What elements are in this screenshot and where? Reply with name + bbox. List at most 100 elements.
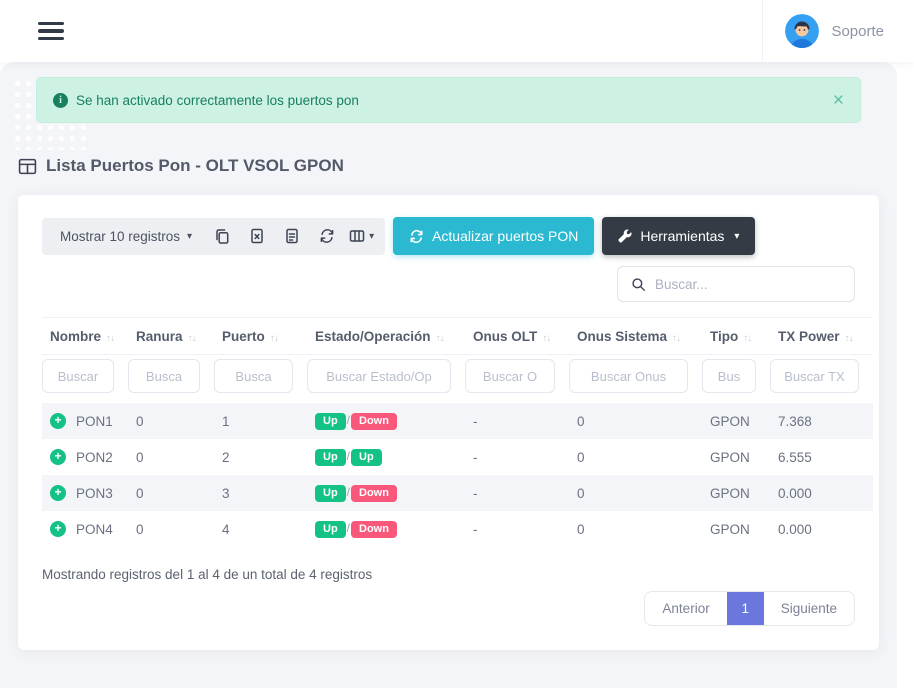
- operation-badge: Up: [351, 449, 382, 466]
- copy-button[interactable]: [204, 218, 239, 255]
- sort-icon[interactable]: ↑↓: [743, 333, 751, 344]
- close-icon[interactable]: ×: [833, 91, 844, 110]
- pagination-next-button[interactable]: Siguiente: [764, 592, 854, 625]
- port-name: PON3: [76, 486, 113, 501]
- filter-input-tipo[interactable]: [702, 359, 756, 393]
- refresh-pon-ports-button[interactable]: Actualizar puertos PON: [393, 217, 594, 255]
- slot-value: 0: [128, 403, 214, 439]
- onus-olt-value: -: [465, 439, 569, 475]
- pagination-prev-button[interactable]: Anterior: [645, 592, 726, 625]
- port-value: 1: [214, 403, 307, 439]
- table-row: +PON3 0 3 Up/Down - 0 GPON 0.000: [42, 475, 873, 511]
- slot-value: 0: [128, 475, 214, 511]
- column-header-puerto[interactable]: Puerto↑↓: [214, 318, 307, 355]
- tipo-value: GPON: [702, 403, 770, 439]
- search-input[interactable]: [655, 277, 854, 292]
- pagination: Anterior 1 Siguiente: [644, 591, 855, 626]
- hamburger-icon[interactable]: [38, 18, 64, 45]
- onus-sistema-value: 0: [569, 439, 702, 475]
- filter-input-estado[interactable]: [307, 359, 451, 393]
- status-badge: Up: [315, 413, 346, 430]
- refresh-icon: [409, 229, 424, 244]
- sort-icon[interactable]: ↑↓: [270, 333, 278, 344]
- onus-olt-value: -: [465, 403, 569, 439]
- onus-olt-value: -: [465, 511, 569, 547]
- operation-badge: Down: [351, 521, 397, 538]
- global-search: [617, 266, 855, 302]
- onus-sistema-value: 0: [569, 475, 702, 511]
- length-menu-dropdown[interactable]: Mostrar 10 registros ▾: [48, 229, 204, 244]
- tx-power-value: 6.555: [770, 439, 873, 475]
- main-content: i Se han activado correctamente los puer…: [0, 62, 897, 688]
- sort-icon[interactable]: ↑↓: [436, 333, 444, 344]
- expand-row-plus-icon[interactable]: +: [50, 413, 66, 429]
- page-title-text: Lista Puertos Pon - OLT VSOL GPON: [46, 156, 344, 176]
- sort-icon[interactable]: ↑↓: [672, 333, 680, 344]
- info-icon: i: [53, 93, 68, 108]
- tipo-value: GPON: [702, 475, 770, 511]
- status-separator: /: [347, 413, 350, 427]
- reload-table-button[interactable]: [309, 218, 344, 255]
- column-header-ranura[interactable]: Ranura↑↓: [128, 318, 214, 355]
- filter-input-puerto[interactable]: [214, 359, 293, 393]
- expand-row-plus-icon[interactable]: +: [50, 485, 66, 501]
- tx-power-value: 0.000: [770, 511, 873, 547]
- tx-power-value: 7.368: [770, 403, 873, 439]
- success-alert: i Se han activado correctamente los puer…: [36, 77, 861, 123]
- column-header-tipo[interactable]: Tipo↑↓: [702, 318, 770, 355]
- column-header-onus-olt[interactable]: Onus OLT↑↓: [465, 318, 569, 355]
- column-visibility-button[interactable]: ▾: [344, 218, 379, 255]
- copy-icon: [214, 228, 230, 244]
- onus-sistema-value: 0: [569, 511, 702, 547]
- pagination-row: Anterior 1 Siguiente: [42, 591, 855, 626]
- sort-icon[interactable]: ↑↓: [542, 333, 550, 344]
- status-badge: Up: [315, 485, 346, 502]
- expand-row-plus-icon[interactable]: +: [50, 521, 66, 537]
- onus-sistema-value: 0: [569, 403, 702, 439]
- username-label: Soporte: [831, 23, 884, 40]
- table-info-text: Mostrando registros del 1 al 4 de un tot…: [42, 567, 855, 582]
- column-header-nombre[interactable]: Nombre↑↓: [42, 318, 128, 355]
- sort-icon[interactable]: ↑↓: [188, 333, 196, 344]
- tipo-value: GPON: [702, 439, 770, 475]
- column-header-tx-power[interactable]: TX Power↑↓: [770, 318, 873, 355]
- datatable-buttons-strip: Mostrar 10 registros ▾: [42, 218, 385, 255]
- filter-input-nombre[interactable]: [42, 359, 114, 393]
- table-row: +PON1 0 1 Up/Down - 0 GPON 7.368: [42, 403, 873, 439]
- pagination-page-1-button[interactable]: 1: [727, 592, 764, 625]
- filter-input-tx-power[interactable]: [770, 359, 859, 393]
- onus-olt-value: -: [465, 475, 569, 511]
- filter-input-onus-sistema[interactable]: [569, 359, 688, 393]
- search-icon: [631, 277, 646, 292]
- tools-dropdown-button[interactable]: Herramientas ▾: [602, 217, 755, 255]
- excel-export-button[interactable]: [239, 218, 274, 255]
- top-navbar: Soporte: [0, 0, 914, 62]
- app-window: Soporte i Se han activado correctamente …: [0, 0, 914, 688]
- column-header-estado[interactable]: Estado/Operación↑↓: [307, 318, 465, 355]
- file-export-button[interactable]: [274, 218, 309, 255]
- table-grid-icon: [18, 157, 37, 176]
- expand-row-plus-icon[interactable]: +: [50, 449, 66, 465]
- pon-ports-table: Nombre↑↓ Ranura↑↓ Puerto↑↓ Estado/Operac…: [42, 317, 873, 547]
- header-row: Nombre↑↓ Ranura↑↓ Puerto↑↓ Estado/Operac…: [42, 318, 873, 355]
- tools-label: Herramientas: [640, 228, 724, 244]
- operation-badge: Down: [351, 485, 397, 502]
- user-menu[interactable]: Soporte: [762, 0, 890, 62]
- filter-input-onus-olt[interactable]: [465, 359, 555, 393]
- page-title: Lista Puertos Pon - OLT VSOL GPON: [18, 156, 897, 176]
- operation-badge: Down: [351, 413, 397, 430]
- caret-down-icon: ▾: [369, 231, 374, 242]
- table-card: Mostrar 10 registros ▾: [18, 195, 879, 650]
- refresh-icon: [319, 228, 335, 244]
- search-row: [42, 266, 855, 302]
- column-header-onus-sistema[interactable]: Onus Sistema↑↓: [569, 318, 702, 355]
- sort-icon[interactable]: ↑↓: [106, 333, 114, 344]
- alert-message: Se han activado correctamente los puerto…: [76, 93, 359, 108]
- refresh-pon-ports-label: Actualizar puertos PON: [432, 228, 578, 244]
- column-visibility-icon: [349, 228, 365, 244]
- sort-icon[interactable]: ↑↓: [845, 333, 853, 344]
- slot-value: 0: [128, 439, 214, 475]
- caret-down-icon: ▾: [734, 231, 739, 242]
- filter-input-ranura[interactable]: [128, 359, 200, 393]
- table-toolbar: Mostrar 10 registros ▾: [42, 217, 855, 255]
